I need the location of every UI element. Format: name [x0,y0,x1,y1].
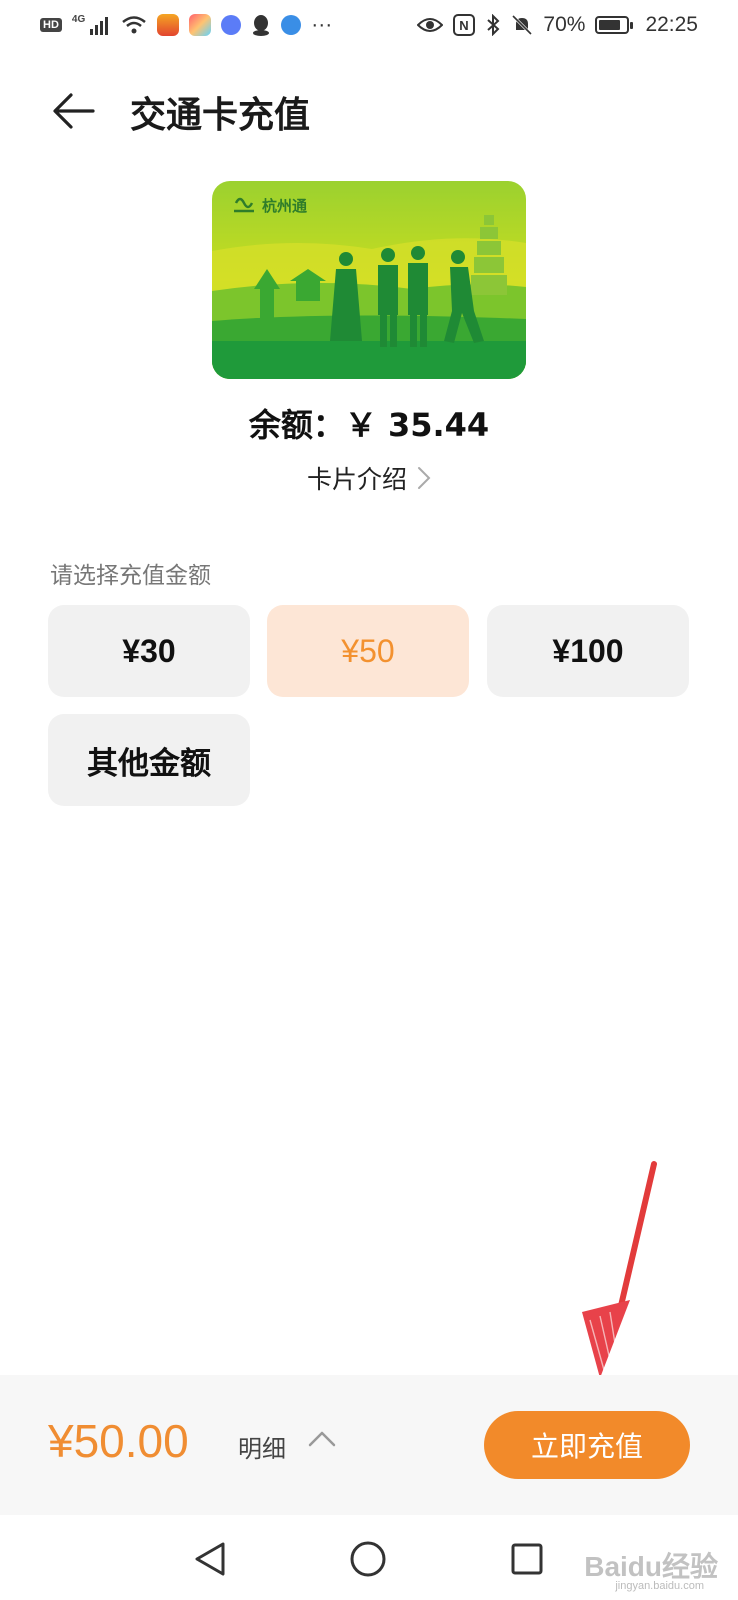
triangle-back-icon [195,1542,225,1576]
qq-icon [253,15,270,36]
amount-option-other[interactable]: 其他金额 [48,714,250,806]
watermark-url: jingyan.baidu.com [615,1580,704,1592]
transit-card-image: 杭州通 [212,181,526,379]
music-icon [221,15,242,35]
circle-home-icon [350,1541,386,1577]
wifi-icon [122,16,147,34]
amount-label: ¥30 [122,632,176,669]
select-amount-label: 请选择充值金额 [50,563,211,589]
clock: 22:25 [645,13,698,36]
chevron-up-icon[interactable] [306,1427,338,1451]
browser-icon [281,15,302,35]
back-button[interactable] [46,84,100,138]
detail-toggle[interactable]: 明细 [238,1429,286,1464]
app-notification-icon [157,14,180,36]
card-intro-link[interactable]: 卡片介绍 [0,460,738,496]
mute-bell-icon [512,14,533,36]
watermark: Baidu经验 [584,1551,718,1582]
card-intro-label: 卡片介绍 [306,465,407,494]
total-amount: ¥50.00 [48,1415,189,1467]
status-left: HD 4G ··· [40,10,332,40]
chevron-right-icon [418,467,431,489]
status-right: N 70% 22:25 [417,10,698,40]
back-arrow-icon [53,93,95,129]
network-type: 4G [71,13,86,25]
battery-percent: 70% [543,13,586,36]
app-notification-icon [189,14,212,36]
bottom-bar: ¥50.00 明细 立即充值 [0,1375,738,1515]
nav-recents-button[interactable] [505,1537,549,1581]
card-brand: 杭州通 [262,197,307,215]
amount-label: ¥100 [552,632,624,669]
nfc-icon: N [453,14,476,36]
bluetooth-icon [487,14,500,36]
battery-icon [595,16,634,34]
signal-icon [90,17,109,35]
page-title: 交通卡充值 [130,95,311,136]
annotation-arrow-icon [582,1161,657,1378]
balance-text: 余额：￥ 35.44 [248,406,490,444]
amount-label: 其他金额 [87,745,211,782]
square-recents-icon [511,1543,543,1575]
amount-label: ¥50 [341,632,395,669]
amount-option-30[interactable]: ¥30 [48,605,250,697]
header: 交通卡充值 [0,70,738,150]
svg-text:N: N [460,18,469,33]
nav-home-button[interactable] [346,1537,390,1581]
eye-icon [417,18,444,32]
amount-option-100[interactable]: ¥100 [487,605,689,697]
amount-option-50[interactable]: ¥50 [267,605,469,697]
status-bar: HD 4G ··· N 70% 22:25 [0,0,738,52]
hd-badge: HD [40,18,62,32]
nav-back-button[interactable] [188,1537,232,1581]
more-notifications: ··· [311,13,333,36]
recharge-now-button[interactable]: 立即充值 [484,1411,690,1479]
